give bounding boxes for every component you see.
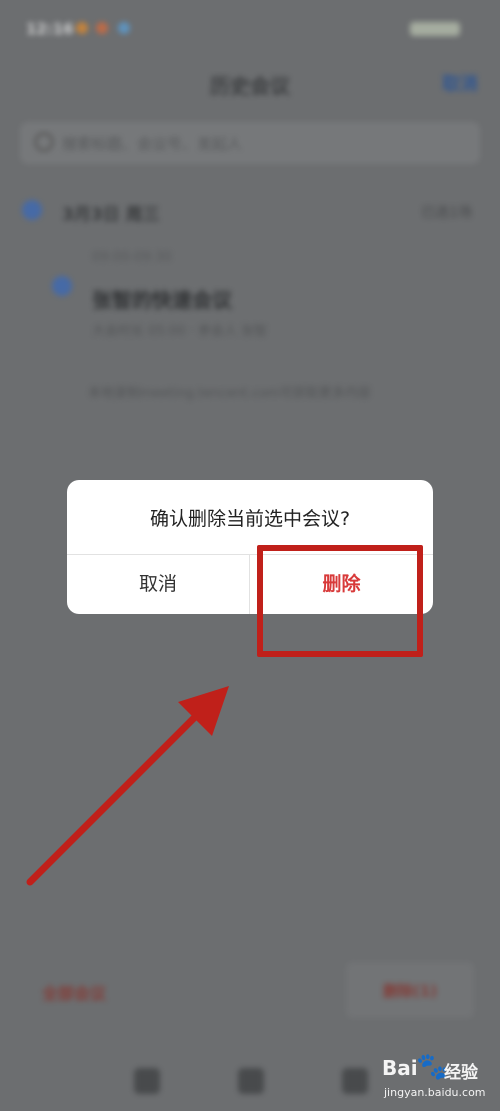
baidu-jingyan-watermark: Bai 🐾 经验 jingyan.baidu.com [382, 1052, 494, 1104]
watermark-brand-cn: 经验 [444, 1063, 478, 1083]
arrow-icon [26, 686, 229, 886]
watermark-url: jingyan.baidu.com [384, 1086, 486, 1099]
watermark-brand: Bai [382, 1056, 418, 1080]
